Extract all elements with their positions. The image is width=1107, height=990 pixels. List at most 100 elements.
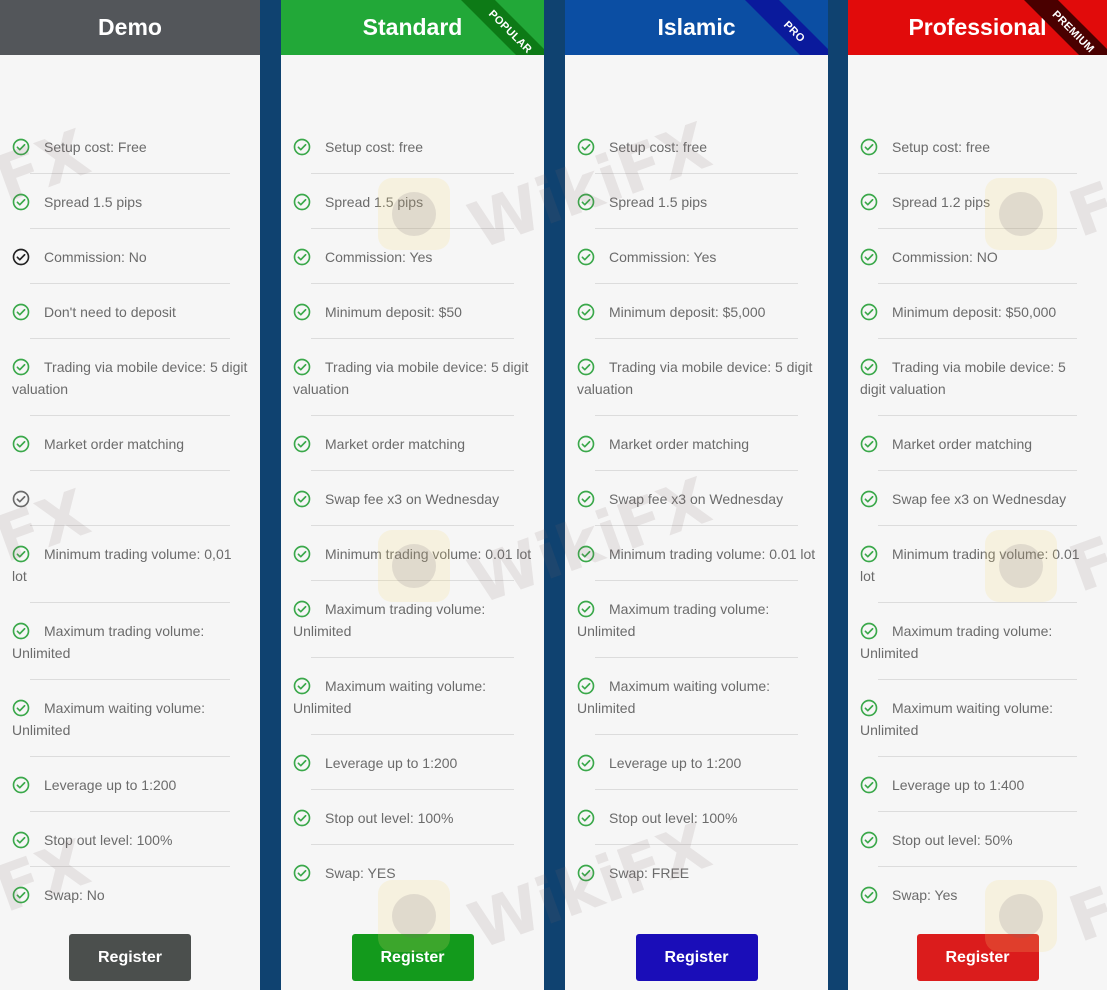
feature-text: Commission: Yes	[325, 249, 433, 265]
check-circle-icon	[12, 831, 30, 849]
feature-row: Maximum trading volume: Unlimited	[860, 619, 1095, 679]
plan-card-islamic: Islamic PRO Setup cost: free Spread 1.5 p…	[565, 0, 828, 990]
feature-row: Swap: Yes	[860, 883, 1095, 921]
feature-list: Setup cost: Free Spread 1.5 pips Commissio…	[0, 55, 260, 921]
feature-text: Commission: Yes	[609, 249, 717, 265]
feature-row: Stop out level: 100%	[293, 806, 532, 844]
check-circle-icon	[293, 138, 311, 156]
check-circle-icon	[12, 490, 30, 508]
feature-row: Maximum waiting volume: Unlimited	[293, 674, 532, 734]
feature-text: Commission: NO	[892, 249, 998, 265]
check-circle-icon	[293, 248, 311, 266]
feature-item: Maximum trading volume: Unlimited	[848, 619, 1107, 680]
feature-text: Leverage up to 1:200	[44, 777, 177, 793]
feature-text: Market order matching	[325, 436, 466, 452]
register-button[interactable]: Register	[916, 934, 1039, 981]
register-button[interactable]: Register	[351, 934, 474, 981]
feature-item: Maximum waiting volume: Unlimited	[281, 674, 544, 735]
feature-row: Swap fee x3 on Wednesday	[860, 487, 1095, 525]
feature-item: Maximum waiting volume: Unlimited	[0, 696, 260, 757]
check-circle-icon	[12, 358, 30, 376]
check-circle-icon	[293, 193, 311, 211]
feature-text: Maximum trading volume: Unlimited	[860, 623, 1053, 661]
ribbon-wrap: POPULAR	[454, 0, 544, 55]
feature-text: Swap fee x3 on Wednesday	[892, 491, 1067, 507]
feature-text: Leverage up to 1:400	[892, 777, 1025, 793]
feature-text: Trading via mobile device: 5 digit valua…	[577, 359, 813, 397]
feature-row: Minimum trading volume: 0.01 lot	[293, 542, 532, 580]
plan-header: Professional PREMIUM	[848, 0, 1107, 55]
feature-divider	[595, 734, 798, 735]
feature-row: Trading via mobile device: 5 digit valua…	[577, 355, 816, 415]
feature-text: Leverage up to 1:200	[609, 755, 742, 771]
feature-row: Spread 1.5 pips	[12, 190, 248, 228]
feature-text: Minimum trading volume: 0.01 lot	[860, 546, 1080, 584]
feature-item: Commission: NO	[848, 245, 1107, 284]
feature-row: Setup cost: free	[293, 135, 532, 173]
check-circle-icon	[577, 677, 595, 695]
feature-row: Trading via mobile device: 5 digit valua…	[293, 355, 532, 415]
feature-text: Swap: YES	[325, 865, 396, 881]
feature-divider	[311, 580, 514, 581]
check-circle-icon	[293, 303, 311, 321]
check-circle-icon	[577, 490, 595, 508]
feature-row: Stop out level: 50%	[860, 828, 1095, 866]
feature-text: Stop out level: 50%	[892, 832, 1013, 848]
feature-item: Market order matching	[0, 432, 260, 471]
feature-divider	[878, 470, 1077, 471]
feature-item: Minimum deposit: $50,000	[848, 300, 1107, 339]
feature-text: Stop out level: 100%	[325, 810, 454, 826]
feature-item: Setup cost: free	[281, 135, 544, 174]
check-circle-icon	[860, 303, 878, 321]
register-button[interactable]: Register	[69, 934, 191, 981]
feature-item: Spread 1.2 pips	[848, 190, 1107, 229]
feature-item: Minimum trading volume: 0.01 lot	[565, 542, 828, 581]
feature-item: Stop out level: 100%	[565, 806, 828, 845]
feature-item: Minimum trading volume: 0,01 lot	[0, 542, 260, 603]
feature-item: Spread 1.5 pips	[565, 190, 828, 229]
feature-text: Swap fee x3 on Wednesday	[325, 491, 500, 507]
feature-item: Maximum waiting volume: Unlimited	[565, 674, 828, 735]
check-circle-icon	[293, 809, 311, 827]
feature-item: Trading via mobile device: 5 digit valua…	[281, 355, 544, 416]
feature-item: Swap fee x3 on Wednesday	[848, 487, 1107, 526]
feature-row: Market order matching	[293, 432, 532, 470]
feature-text: Maximum waiting volume: Unlimited	[12, 700, 206, 738]
feature-row: Commission: NO	[860, 245, 1095, 283]
feature-item: Market order matching	[281, 432, 544, 471]
feature-text: Minimum trading volume: 0,01 lot	[12, 546, 232, 584]
feature-row: Maximum trading volume: Unlimited	[12, 619, 248, 679]
feature-text: Don't need to deposit	[44, 304, 176, 320]
feature-text: Setup cost: free	[892, 139, 991, 155]
feature-divider	[878, 283, 1077, 284]
feature-item: Trading via mobile device: 5 digit valua…	[0, 355, 260, 416]
check-circle-icon	[577, 193, 595, 211]
feature-row: Maximum waiting volume: Unlimited	[577, 674, 816, 734]
feature-item: Leverage up to 1:400	[848, 773, 1107, 812]
feature-list: Setup cost: free Spread 1.2 pips Commissio…	[848, 55, 1107, 921]
feature-text: Maximum waiting volume: Unlimited	[860, 700, 1054, 738]
check-circle-icon	[577, 864, 595, 882]
feature-text: Swap: No	[44, 887, 105, 903]
feature-divider	[30, 525, 230, 526]
feature-item: Swap: FREE	[565, 861, 828, 899]
feature-text: Market order matching	[44, 436, 185, 452]
popular-ribbon: POPULAR	[454, 0, 544, 55]
feature-divider	[311, 734, 514, 735]
feature-text: Market order matching	[609, 436, 750, 452]
feature-text: Minimum deposit: $5,000	[609, 304, 766, 320]
feature-item: Trading via mobile device: 5 digit valua…	[565, 355, 828, 416]
feature-item: Swap: No	[0, 883, 260, 921]
feature-item: Commission: Yes	[281, 245, 544, 284]
plan-card-standard: Standard POPULAR Setup cost: free Spread …	[281, 0, 544, 990]
check-circle-icon	[577, 358, 595, 376]
check-circle-icon	[860, 193, 878, 211]
register-button[interactable]: Register	[635, 934, 758, 981]
feature-text: Market order matching	[892, 436, 1033, 452]
feature-row: Swap: FREE	[577, 861, 816, 899]
feature-text: Trading via mobile device: 5 digit valua…	[293, 359, 529, 397]
plan-title: Professional	[908, 14, 1047, 40]
feature-item	[0, 487, 260, 526]
feature-divider	[595, 525, 798, 526]
check-circle-icon	[577, 600, 595, 618]
